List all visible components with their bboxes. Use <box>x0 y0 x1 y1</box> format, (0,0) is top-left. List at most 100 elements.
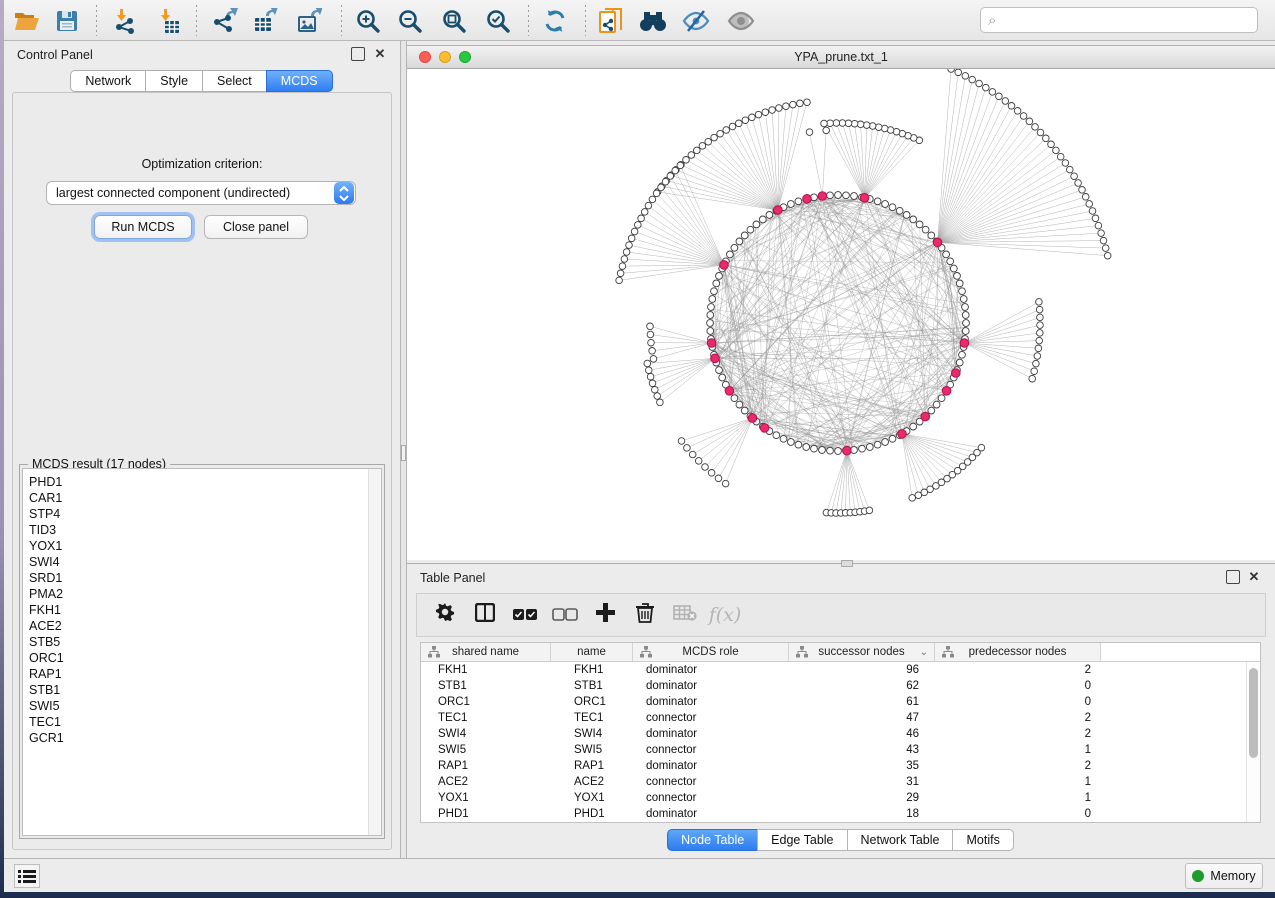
cell-name[interactable]: SWI4 <box>551 726 633 742</box>
list-item[interactable]: SWI5 <box>23 698 381 714</box>
show-all-icon[interactable] <box>726 6 756 36</box>
tab-motifs[interactable]: Motifs <box>952 829 1013 851</box>
cell-successors[interactable]: 18 <box>789 806 935 822</box>
float-table-panel-icon[interactable] <box>1226 570 1240 584</box>
cell-role[interactable]: connector <box>633 790 789 806</box>
cell-name[interactable]: ACE2 <box>551 774 633 790</box>
cell-shared_name[interactable]: TEC1 <box>421 710 551 726</box>
run-mcds-button[interactable]: Run MCDS <box>94 215 192 239</box>
cell-successors[interactable]: 96 <box>789 662 935 678</box>
cell-role[interactable]: dominator <box>633 806 789 822</box>
mcds-result-list[interactable]: PHD1CAR1STP4TID3YOX1SWI4SRD1PMA2FKH1ACE2… <box>22 468 382 836</box>
close-panel-icon[interactable]: ✕ <box>373 47 387 61</box>
list-item[interactable]: RAP1 <box>23 666 381 682</box>
cell-successors[interactable]: 61 <box>789 694 935 710</box>
column-header-successors[interactable]: successor nodes⌄ <box>789 643 935 662</box>
node-table[interactable]: shared namenameMCDS rolesuccessor nodes⌄… <box>420 642 1261 823</box>
tab-network-table[interactable]: Network Table <box>847 829 954 851</box>
vertical-splitter[interactable] <box>400 41 407 858</box>
list-item[interactable]: SWI4 <box>23 554 381 570</box>
cell-name[interactable]: RAP1 <box>551 758 633 774</box>
cell-successors[interactable]: 31 <box>789 774 935 790</box>
close-table-panel-icon[interactable]: ✕ <box>1247 570 1261 584</box>
list-item[interactable]: ORC1 <box>23 650 381 666</box>
zoom-fit-icon[interactable] <box>439 6 469 36</box>
splitter-grip[interactable] <box>401 445 406 461</box>
list-item[interactable]: PMA2 <box>23 586 381 602</box>
list-item[interactable]: CAR1 <box>23 490 381 506</box>
cell-role[interactable]: dominator <box>633 678 789 694</box>
tab-style[interactable]: Style <box>145 70 203 92</box>
list-item[interactable]: FKH1 <box>23 602 381 618</box>
network-window-titlebar[interactable]: YPA_prune.txt_1 <box>407 46 1275 69</box>
cell-role[interactable]: connector <box>633 710 789 726</box>
tab-edge-table[interactable]: Edge Table <box>757 829 847 851</box>
export-image-icon[interactable] <box>294 6 324 36</box>
save-session-icon[interactable] <box>52 6 82 36</box>
select-all-icon[interactable] <box>505 605 545 626</box>
criterion-dropdown[interactable]: largest connected component (undirected) <box>46 181 356 205</box>
cell-predecessors[interactable]: 1 <box>935 774 1101 790</box>
mcds-list-scrollbar[interactable] <box>368 469 381 835</box>
import-table-icon[interactable] <box>154 6 184 36</box>
memory-button[interactable]: Memory <box>1185 863 1263 889</box>
cell-predecessors[interactable]: 1 <box>935 742 1101 758</box>
tab-mcds[interactable]: MCDS <box>266 70 333 92</box>
column-header-name[interactable]: name <box>551 643 633 662</box>
cell-name[interactable]: TEC1 <box>551 710 633 726</box>
search-box[interactable]: ⌕ <box>980 7 1258 33</box>
cell-shared_name[interactable]: ACE2 <box>421 774 551 790</box>
tab-node-table[interactable]: Node Table <box>667 829 758 851</box>
table-scrollbar-thumb[interactable] <box>1249 668 1258 758</box>
sort-descending-icon[interactable]: ⌄ <box>920 644 928 662</box>
cell-name[interactable]: ORC1 <box>551 694 633 710</box>
delete-icon[interactable] <box>625 603 665 628</box>
table-row[interactable]: ACE2ACE2connector311 <box>421 774 1246 790</box>
cell-name[interactable]: YOX1 <box>551 790 633 806</box>
table-scrollbar[interactable] <box>1246 662 1260 822</box>
export-table-icon[interactable] <box>250 6 280 36</box>
zoom-out-icon[interactable] <box>395 6 425 36</box>
cell-role[interactable]: connector <box>633 774 789 790</box>
table-row[interactable]: SWI5SWI5connector431 <box>421 742 1246 758</box>
list-item[interactable]: PHD1 <box>23 474 381 490</box>
cell-predecessors[interactable]: 1 <box>935 790 1101 806</box>
cell-predecessors[interactable]: 2 <box>935 710 1101 726</box>
cell-successors[interactable]: 29 <box>789 790 935 806</box>
list-item[interactable]: ACE2 <box>23 618 381 634</box>
table-row[interactable]: ORC1ORC1dominator610 <box>421 694 1246 710</box>
open-file-icon[interactable] <box>12 6 42 36</box>
add-icon[interactable] <box>585 603 625 627</box>
cell-predecessors[interactable]: 2 <box>935 662 1101 678</box>
cell-successors[interactable]: 46 <box>789 726 935 742</box>
cell-successors[interactable]: 47 <box>789 710 935 726</box>
gear-icon[interactable] <box>425 603 465 627</box>
hide-selected-icon[interactable] <box>681 6 711 36</box>
cell-predecessors[interactable]: 2 <box>935 758 1101 774</box>
cell-shared_name[interactable]: ORC1 <box>421 694 551 710</box>
list-item[interactable]: YOX1 <box>23 538 381 554</box>
cell-successors[interactable]: 35 <box>789 758 935 774</box>
cell-predecessors[interactable]: 0 <box>935 694 1101 710</box>
cell-name[interactable]: STB1 <box>551 678 633 694</box>
cell-role[interactable]: dominator <box>633 758 789 774</box>
table-row[interactable]: PHD1PHD1dominator180 <box>421 806 1246 822</box>
cell-name[interactable]: PHD1 <box>551 806 633 822</box>
table-row[interactable]: STB1STB1dominator620 <box>421 678 1246 694</box>
column-header-shared_name[interactable]: shared name <box>421 643 551 662</box>
export-network-icon[interactable] <box>210 6 240 36</box>
column-header-predecessors[interactable]: predecessor nodes <box>935 643 1101 662</box>
cell-role[interactable]: dominator <box>633 726 789 742</box>
list-item[interactable]: STP4 <box>23 506 381 522</box>
split-columns-icon[interactable] <box>465 603 505 627</box>
list-item[interactable]: TEC1 <box>23 714 381 730</box>
list-item[interactable]: GCR1 <box>23 730 381 746</box>
list-item[interactable]: SRD1 <box>23 570 381 586</box>
cell-shared_name[interactable]: STB1 <box>421 678 551 694</box>
task-history-button[interactable] <box>14 864 40 888</box>
cell-name[interactable]: FKH1 <box>551 662 633 678</box>
import-network-icon[interactable] <box>110 6 140 36</box>
table-row[interactable]: YOX1YOX1connector291 <box>421 790 1246 806</box>
cell-role[interactable]: dominator <box>633 694 789 710</box>
list-item[interactable]: STB5 <box>23 634 381 650</box>
